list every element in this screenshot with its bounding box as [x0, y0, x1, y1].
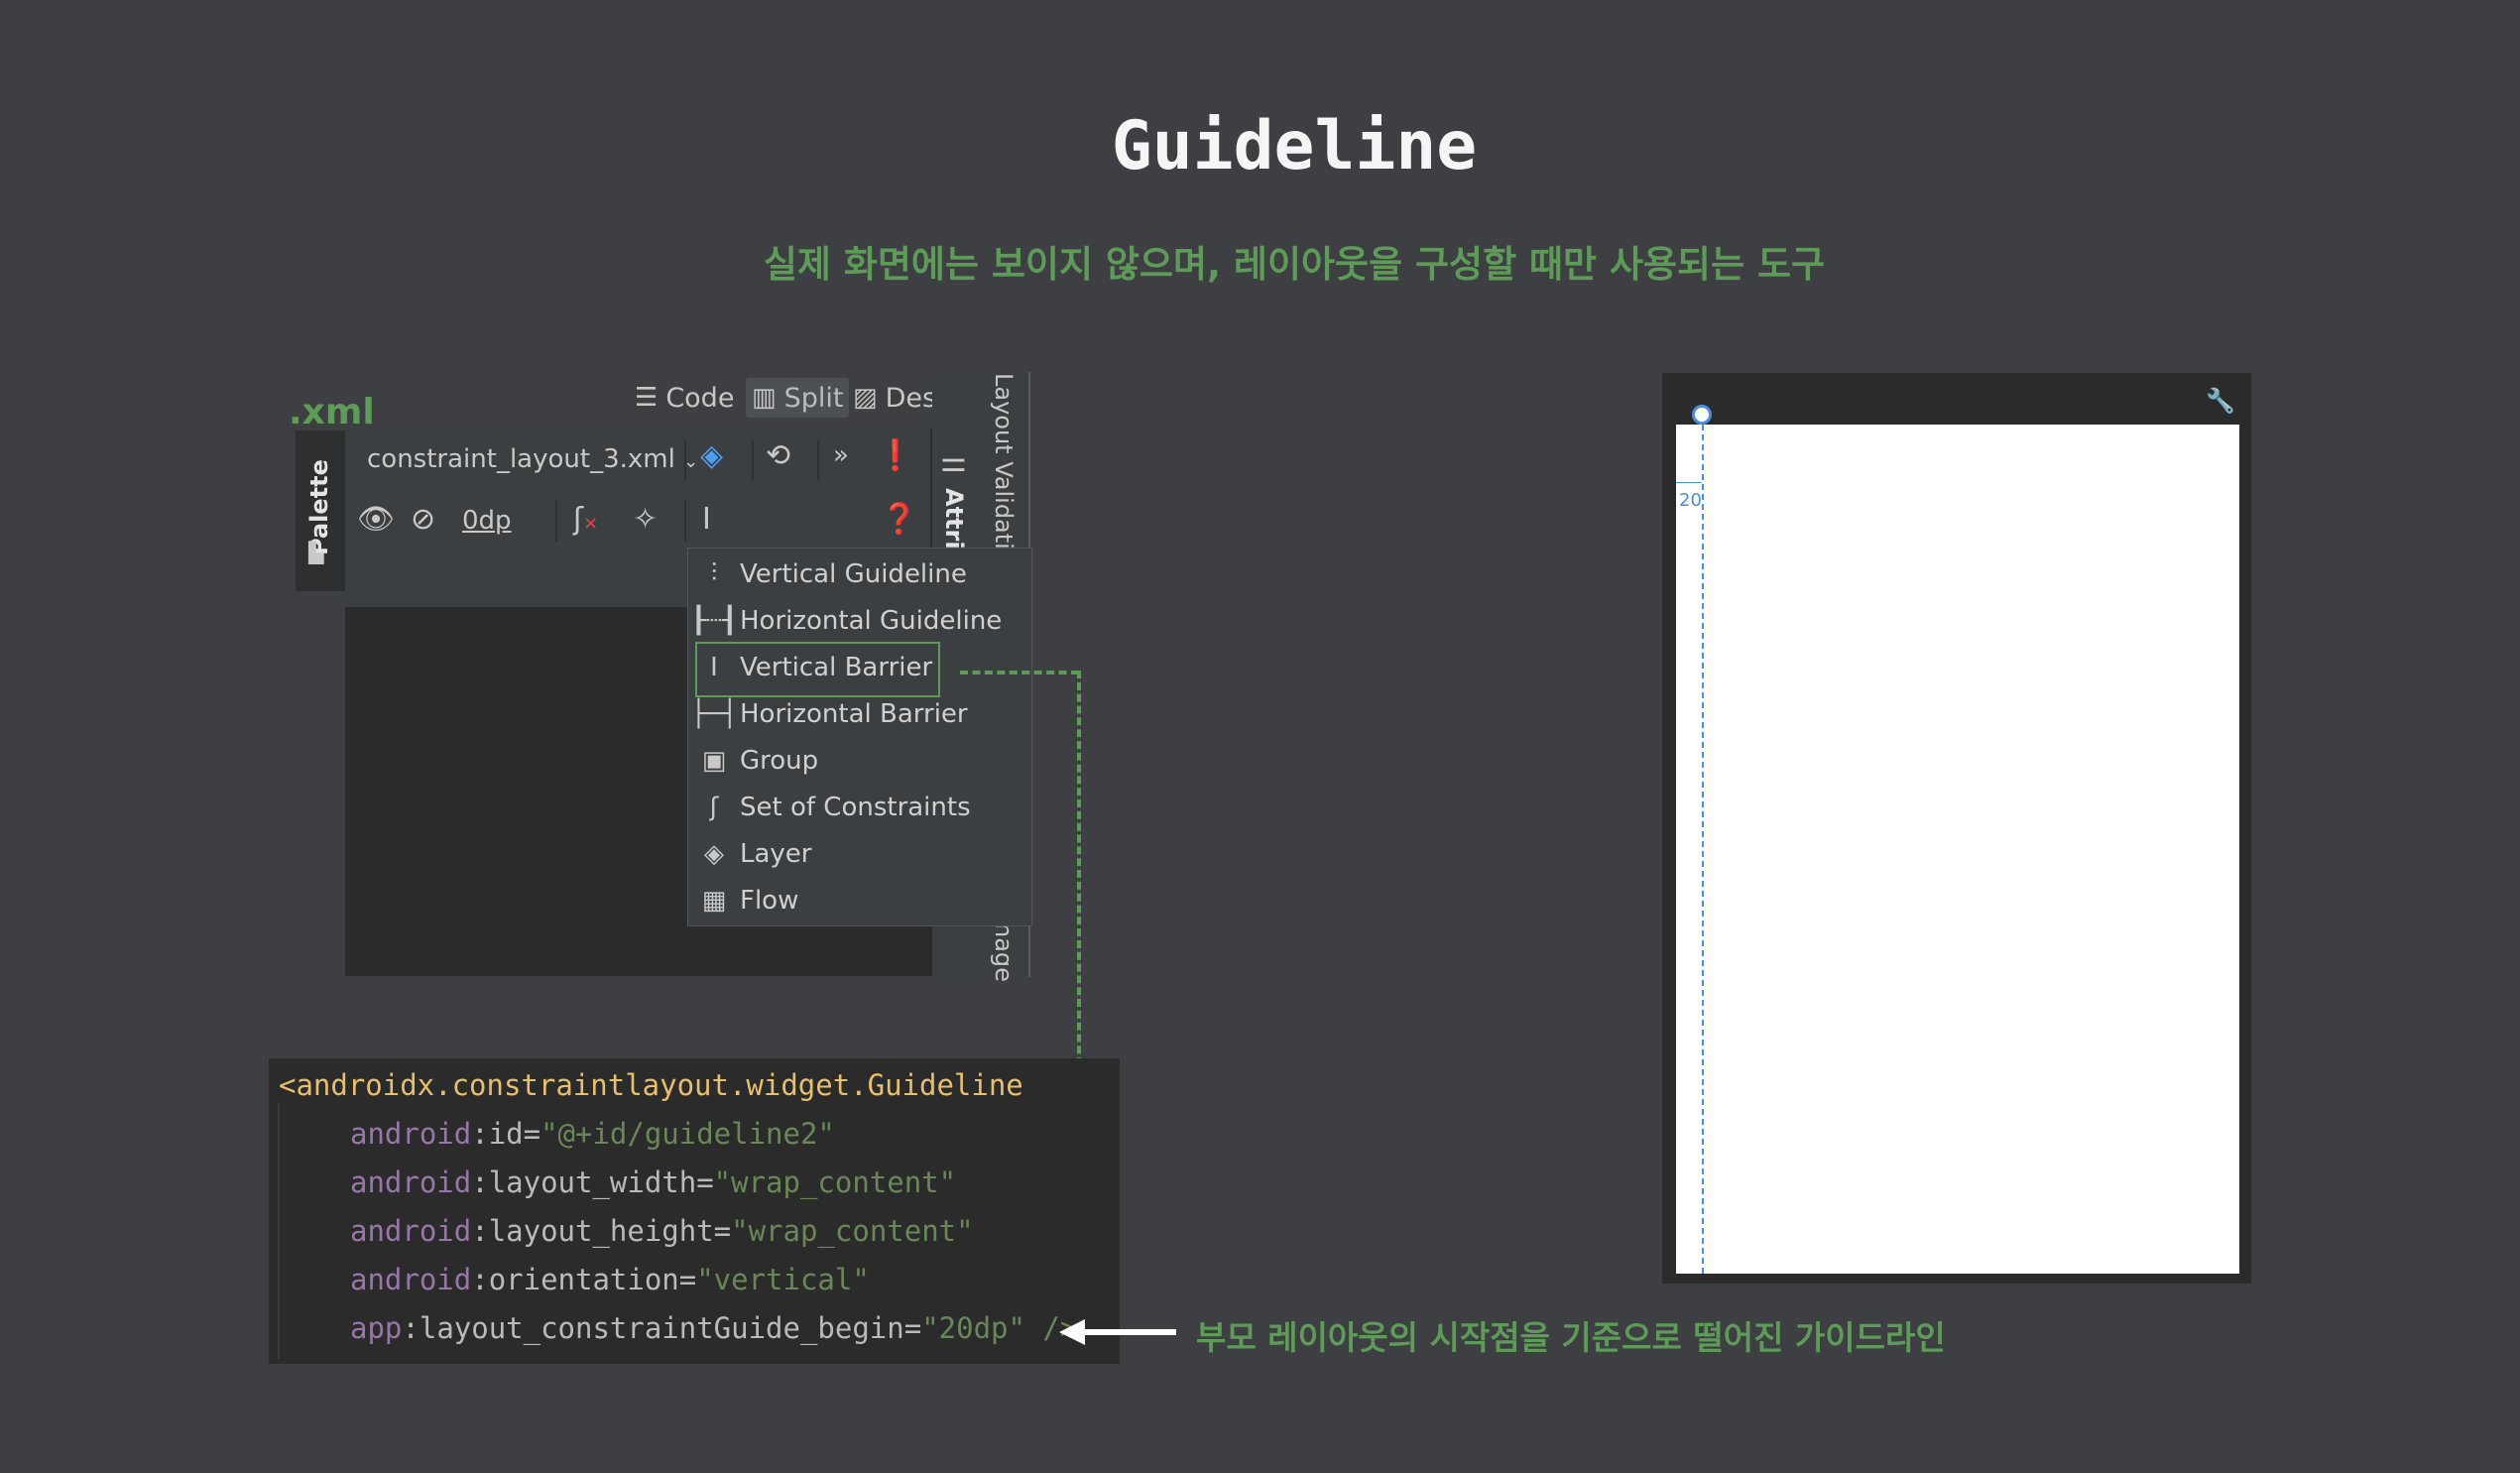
connector-line [1077, 671, 1081, 1077]
code-line: app:layout_constraintGuide_begin="20dp" … [350, 1311, 1078, 1345]
guideline-handle[interactable] [1692, 405, 1712, 425]
flow-icon: ▦ [701, 885, 727, 916]
lines-icon: ☰ [635, 383, 659, 413]
code-tag: <androidx.constraintlayout.widget.Guidel… [279, 1068, 1023, 1102]
connector-line [960, 671, 1079, 675]
arrow-left-head [1059, 1319, 1085, 1345]
file-selector[interactable]: constraint_layout_3.xml ⌄ [367, 444, 698, 474]
guide-offset-label: 20 [1679, 490, 1702, 511]
code-line: android:id="@+id/guideline2" [350, 1117, 835, 1151]
toolbar-divider [752, 439, 754, 481]
menu-item-horizontal-barrier[interactable]: ├─┤ Horizontal Barrier [688, 690, 1031, 737]
page-title: Guideline [1111, 107, 1478, 185]
horizontal-barrier-icon: ├─┤ [690, 698, 738, 729]
arrow-left-icon [1081, 1329, 1176, 1335]
resource-manager-tab[interactable]: nage [990, 922, 1018, 982]
menu-item-layer[interactable]: ◈ Layer [688, 830, 1031, 877]
more-button[interactable]: » [833, 440, 849, 470]
constraints-icon: ʃ [709, 792, 719, 822]
code-line: android:orientation="vertical" [350, 1263, 870, 1296]
magic-wand-icon[interactable]: ✧ [633, 502, 658, 537]
tab-code[interactable]: ☰ Code [635, 378, 734, 418]
layout-validation-tab[interactable]: Layout Validatio [990, 373, 1018, 564]
page-subtitle: 실제 화면에는 보이지 않으며, 레이아웃을 구성할 때만 사용되는 도구 [763, 243, 1826, 286]
split-icon: ▥ [752, 383, 777, 413]
clear-constraints-icon[interactable]: ʃ× [573, 502, 598, 537]
attributes-icon[interactable]: ⚌ [940, 444, 967, 479]
guide-offset-tick [1676, 482, 1702, 483]
menu-item-horizontal-guideline[interactable]: ┠┈┨ Horizontal Guideline [688, 597, 1031, 644]
tab-split[interactable]: ▥ Split [746, 378, 850, 418]
rotate-icon[interactable]: ⟲ [766, 438, 790, 473]
margin-value[interactable]: 0dp [462, 506, 512, 536]
indent-guide [278, 1103, 280, 1359]
toolbar-divider [817, 439, 819, 481]
horizontal-guideline-icon: ┠┈┨ [690, 605, 738, 636]
palette-icon: ▙ [308, 541, 324, 564]
menu-item-flow[interactable]: ▦ Flow [688, 877, 1031, 923]
preview-screen[interactable] [1676, 425, 2239, 1274]
magnet-off-icon[interactable]: ⊘ [411, 502, 435, 537]
menu-item-group[interactable]: ▣ Group [688, 737, 1031, 784]
highlight-box [695, 642, 940, 697]
file-name: constraint_layout_3.xml [367, 444, 675, 474]
layer-icon: ◈ [704, 838, 724, 869]
tab-split-label: Split [783, 382, 844, 414]
layers-icon[interactable]: ◈ [700, 438, 723, 473]
menu-item-vertical-guideline[interactable]: ⫶ Vertical Guideline [688, 551, 1031, 597]
guideline-menu-icon[interactable]: I [702, 502, 711, 537]
menu-item-set-of-constraints[interactable]: ʃ Set of Constraints [688, 784, 1031, 830]
code-block: <androidx.constraintlayout.widget.Guidel… [269, 1058, 1120, 1364]
toolbar-divider [684, 500, 686, 542]
help-icon[interactable]: ❓ [881, 502, 917, 537]
wrench-icon[interactable]: 🔧 [2206, 387, 2235, 415]
helpers-menu: ⫶ Vertical Guideline ┠┈┨ Horizontal Guid… [687, 548, 1032, 926]
tab-code-label: Code [665, 382, 735, 414]
toolbar-divider [684, 439, 686, 481]
eye-icon[interactable]: 👁 [357, 502, 395, 537]
warning-icon[interactable]: ❗ [877, 438, 913, 473]
code-line: android:layout_width="wrap_content" [350, 1166, 957, 1199]
code-line: android:layout_height="wrap_content" [350, 1214, 974, 1248]
image-icon: ▨ [853, 383, 878, 413]
annotation-note: 부모 레이아웃의 시작점을 기준으로 떨어진 가이드라인 [1196, 1318, 1946, 1357]
group-icon: ▣ [701, 745, 727, 776]
toolbar-divider [555, 500, 557, 542]
vertical-guideline-icon: ⫶ [710, 558, 718, 588]
design-toolbar: constraint_layout_3.xml ⌄ ◈ ⟲ » ❗ [345, 429, 930, 492]
xml-label: .xml [289, 392, 375, 432]
guideline-marker[interactable] [1702, 425, 1704, 1274]
